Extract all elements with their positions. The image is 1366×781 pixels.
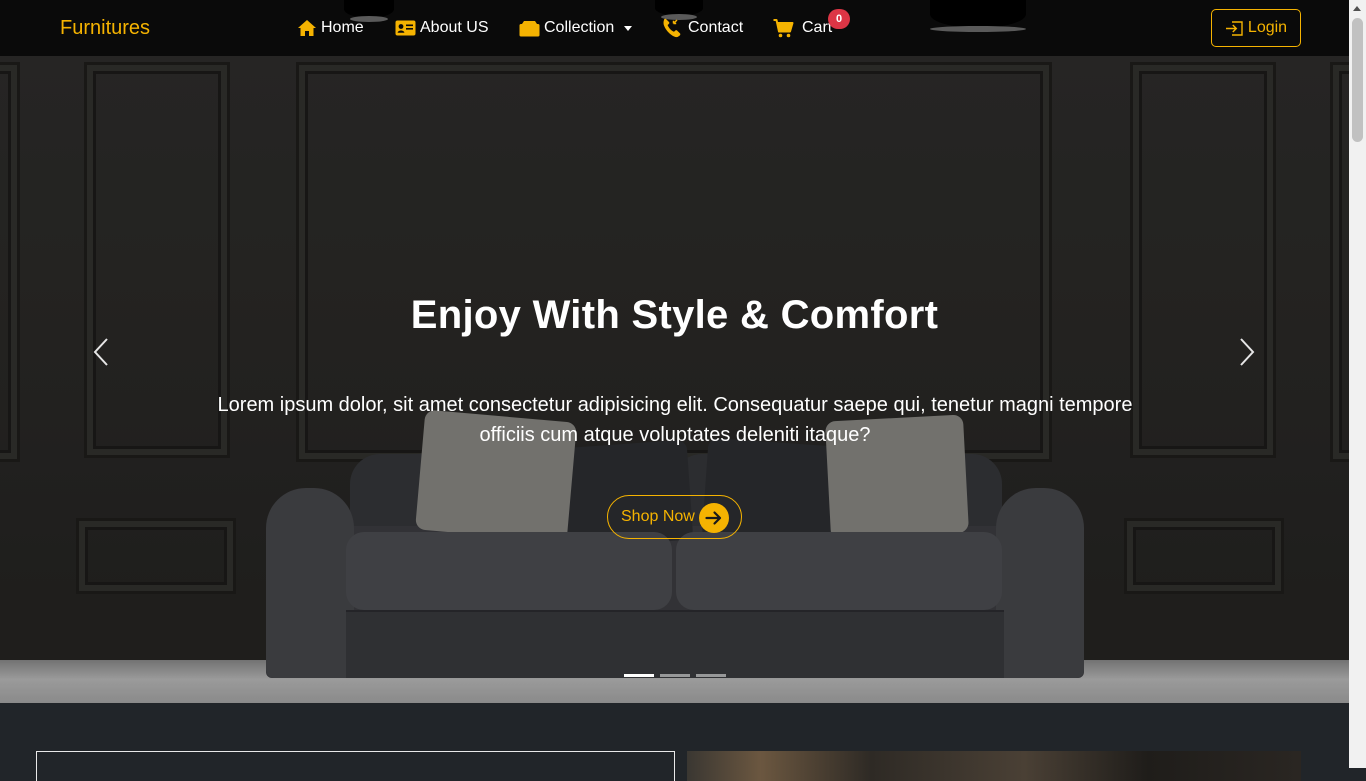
navbar: Furnitures Home About US Collection Cont… (0, 0, 1349, 56)
arrow-right-circle-icon (699, 503, 729, 533)
shop-now-label: Shop Now (621, 508, 695, 525)
cart-count-badge: 0 (828, 9, 850, 29)
hero-title: Enjoy With Style & Comfort (410, 293, 939, 337)
folder-icon (519, 20, 540, 37)
chevron-right-icon (1240, 338, 1255, 366)
login-label: Login (1247, 19, 1288, 36)
nav-about[interactable]: About US (395, 17, 488, 39)
carousel-prev-button[interactable] (86, 334, 116, 370)
nav-cart[interactable]: Cart (773, 17, 832, 39)
content-image (687, 751, 1301, 781)
nav-contact[interactable]: Contact (662, 17, 743, 39)
ceiling-lamp-decoration (344, 0, 394, 22)
shop-now-button[interactable]: Shop Now (607, 495, 742, 539)
chevron-left-icon (93, 338, 108, 366)
chevron-down-icon (624, 25, 633, 31)
phone-icon (662, 18, 684, 38)
nav-contact-label: Contact (688, 19, 744, 36)
login-button[interactable]: Login (1211, 9, 1301, 47)
ceiling-lamp-decoration (655, 0, 703, 20)
hero-carousel: Enjoy With Style & Comfort Lorem ipsum d… (0, 56, 1349, 703)
nav-home[interactable]: Home (297, 17, 364, 39)
content-section (0, 703, 1349, 781)
nav-home-label: Home (321, 19, 364, 36)
id-card-icon (395, 20, 416, 36)
carousel-indicators (624, 674, 726, 677)
ceiling-lamp-decoration (930, 0, 1026, 32)
login-icon (1225, 20, 1244, 37)
nav-collection-label: Collection (544, 19, 615, 36)
home-icon (297, 19, 317, 37)
hero-overlay (0, 56, 1349, 703)
content-card (36, 751, 675, 781)
page-scrollbar[interactable] (1349, 0, 1366, 768)
scrollbar-thumb[interactable] (1352, 18, 1363, 142)
carousel-indicator-2[interactable] (660, 674, 690, 677)
nav-collection-dropdown[interactable]: Collection (519, 17, 633, 39)
carousel-indicator-1[interactable] (624, 674, 654, 677)
carousel-next-button[interactable] (1232, 334, 1262, 370)
hero-description: Lorem ipsum dolor, sit amet consectetur … (217, 394, 1133, 446)
brand-logo[interactable]: Furnitures (60, 17, 150, 39)
cart-icon (773, 18, 794, 38)
scroll-up-arrow-icon[interactable] (1353, 6, 1361, 11)
carousel-indicator-3[interactable] (696, 674, 726, 677)
nav-about-label: About US (420, 19, 489, 36)
